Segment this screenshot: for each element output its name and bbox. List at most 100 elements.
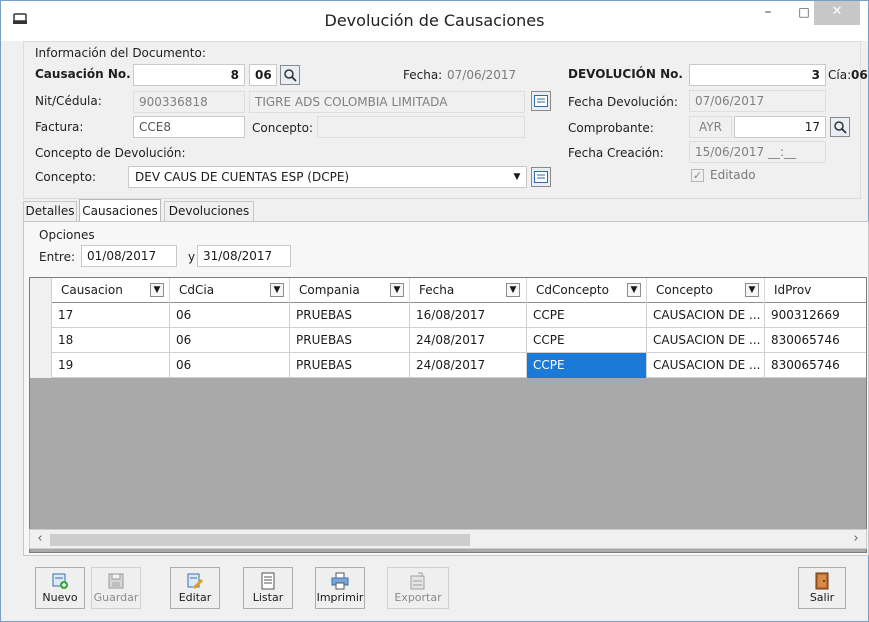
concepto-dev-select[interactable]: DEV CAUS DE CUENTAS ESP (DCPE)	[128, 166, 527, 188]
grid-corner	[30, 278, 52, 303]
col-causacion-label: Causacion	[61, 283, 123, 297]
document-info-label: Información del Documento:	[35, 46, 206, 60]
col-cdcia-label: CdCia	[179, 283, 215, 297]
imprimir-button[interactable]: Imprimir	[315, 567, 365, 609]
cell-compania[interactable]: PRUEBAS	[290, 353, 410, 378]
search-comprobante-button[interactable]	[830, 117, 850, 137]
factura-field[interactable]: CCE8	[133, 116, 245, 138]
scroll-right-icon[interactable]: ›	[846, 530, 866, 548]
chevron-down-icon[interactable]: ▼	[745, 283, 759, 297]
causacion-cia-field[interactable]: 06	[249, 64, 277, 86]
guardar-button[interactable]: Guardar	[91, 567, 141, 609]
fecha-creacion-field: 15/06/2017 __:__	[689, 141, 826, 163]
editado-label: Editado	[710, 168, 756, 182]
printer-icon	[331, 572, 349, 590]
fecha-value: 07/06/2017	[447, 68, 517, 82]
cell-causacion[interactable]: 17	[52, 303, 170, 328]
cell-concepto[interactable]: CAUSACION DE ...	[647, 328, 765, 353]
new-document-icon	[52, 573, 68, 589]
row-header[interactable]	[30, 328, 52, 353]
fecha-hasta-field[interactable]: 31/08/2017	[197, 245, 291, 267]
search-icon	[834, 121, 847, 134]
export-icon	[410, 572, 425, 590]
editado-checkbox[interactable]: ✓	[691, 169, 704, 182]
exit-door-icon	[815, 572, 829, 590]
close-button[interactable]: ✕	[814, 1, 860, 25]
cell-fecha[interactable]: 16/08/2017	[410, 303, 527, 328]
cell-compania[interactable]: PRUEBAS	[290, 328, 410, 353]
exportar-label: Exportar	[394, 591, 442, 604]
cell-idprov[interactable]: 900312669	[765, 303, 866, 328]
causacion-no-field[interactable]: 8	[133, 64, 245, 86]
cell-concepto[interactable]: CAUSACION DE ...	[647, 353, 765, 378]
chevron-down-icon[interactable]: ▼	[509, 167, 525, 187]
fecha-label: Fecha:	[403, 68, 443, 82]
listar-button[interactable]: Listar	[243, 567, 293, 609]
save-icon	[108, 573, 124, 589]
concepto-lookup-button[interactable]	[531, 167, 551, 187]
row-header[interactable]	[30, 303, 52, 328]
comprobante-code-field: AYR	[689, 116, 732, 138]
comprobante-no-field[interactable]: 17	[734, 116, 826, 138]
cia-label: Cía:	[828, 68, 852, 82]
table-row[interactable]: 18 06 PRUEBAS 24/08/2017 CCPE CAUSACION …	[30, 328, 866, 353]
table-row[interactable]: 19 06 PRUEBAS 24/08/2017 CCPE CAUSACION …	[30, 353, 866, 378]
nuevo-button[interactable]: Nuevo	[35, 567, 85, 609]
exportar-button[interactable]: Exportar	[387, 567, 449, 609]
tab-devoluciones[interactable]: Devoluciones	[164, 201, 254, 221]
fecha-desde-field[interactable]: 01/08/2017	[81, 245, 177, 267]
comprobante-label: Comprobante:	[568, 121, 654, 135]
cell-cdcia[interactable]: 06	[170, 303, 290, 328]
col-idprov-label: IdProv	[774, 283, 812, 297]
chevron-down-icon[interactable]: ▼	[390, 283, 404, 297]
cia-value: 06	[851, 68, 868, 82]
devolucion-label: DEVOLUCIÓN No.	[568, 67, 683, 81]
search-icon	[284, 69, 297, 82]
chevron-down-icon[interactable]: ▼	[270, 283, 284, 297]
chevron-down-icon[interactable]: ▼	[150, 283, 164, 297]
horizontal-scrollbar[interactable]: ‹ ›	[29, 529, 867, 549]
cell-fecha[interactable]: 24/08/2017	[410, 328, 527, 353]
tab-causaciones[interactable]: Causaciones	[79, 199, 161, 221]
col-concepto-label: Concepto	[656, 283, 713, 297]
cell-causacion[interactable]: 19	[52, 353, 170, 378]
factura-label: Factura:	[35, 120, 84, 134]
fecha-devolucion-label: Fecha Devolución:	[568, 95, 678, 109]
minimize-button[interactable]: –	[751, 1, 785, 25]
scroll-thumb[interactable]	[50, 534, 470, 546]
editar-button[interactable]: Editar	[170, 567, 220, 609]
row-header[interactable]	[30, 353, 52, 378]
cell-compania[interactable]: PRUEBAS	[290, 303, 410, 328]
cell-cdcia[interactable]: 06	[170, 353, 290, 378]
fecha-creacion-label: Fecha Creación:	[568, 146, 664, 160]
devolucion-window: Devolución de Causaciones – □ ✕ Informac…	[0, 0, 869, 622]
chevron-down-icon[interactable]: ▼	[506, 283, 520, 297]
salir-button[interactable]: Salir	[798, 567, 846, 609]
bottom-toolbar: Nuevo Guardar Editar Listar Imprimir Exp…	[23, 561, 869, 617]
listar-label: Listar	[252, 591, 284, 604]
entre-label: Entre:	[39, 250, 75, 264]
form-icon	[534, 171, 548, 183]
cell-idprov[interactable]: 830065746	[765, 353, 866, 378]
tab-detalles[interactable]: Detalles	[23, 201, 77, 221]
cell-idprov[interactable]: 830065746	[765, 328, 866, 353]
form-icon	[534, 95, 548, 107]
chevron-down-icon[interactable]: ▼	[627, 283, 641, 297]
concepto-label: Concepto:	[252, 121, 314, 135]
edit-icon	[187, 573, 204, 590]
cell-causacion[interactable]: 18	[52, 328, 170, 353]
search-causacion-button[interactable]	[280, 65, 300, 85]
scroll-left-icon[interactable]: ‹	[30, 530, 50, 548]
cell-concepto[interactable]: CAUSACION DE ...	[647, 303, 765, 328]
cell-cdconcepto-selected[interactable]: CCPE	[527, 353, 647, 378]
nit-lookup-button[interactable]	[531, 91, 551, 111]
col-idprov[interactable]: IdProv	[765, 278, 866, 303]
cell-cdconcepto[interactable]: CCPE	[527, 328, 647, 353]
cell-cdcia[interactable]: 06	[170, 328, 290, 353]
guardar-label: Guardar	[93, 591, 139, 604]
salir-label: Salir	[809, 591, 835, 604]
table-row[interactable]: 17 06 PRUEBAS 16/08/2017 CCPE CAUSACION …	[30, 303, 866, 328]
cell-fecha[interactable]: 24/08/2017	[410, 353, 527, 378]
cell-cdconcepto[interactable]: CCPE	[527, 303, 647, 328]
devolucion-no-field[interactable]: 3	[689, 64, 826, 86]
